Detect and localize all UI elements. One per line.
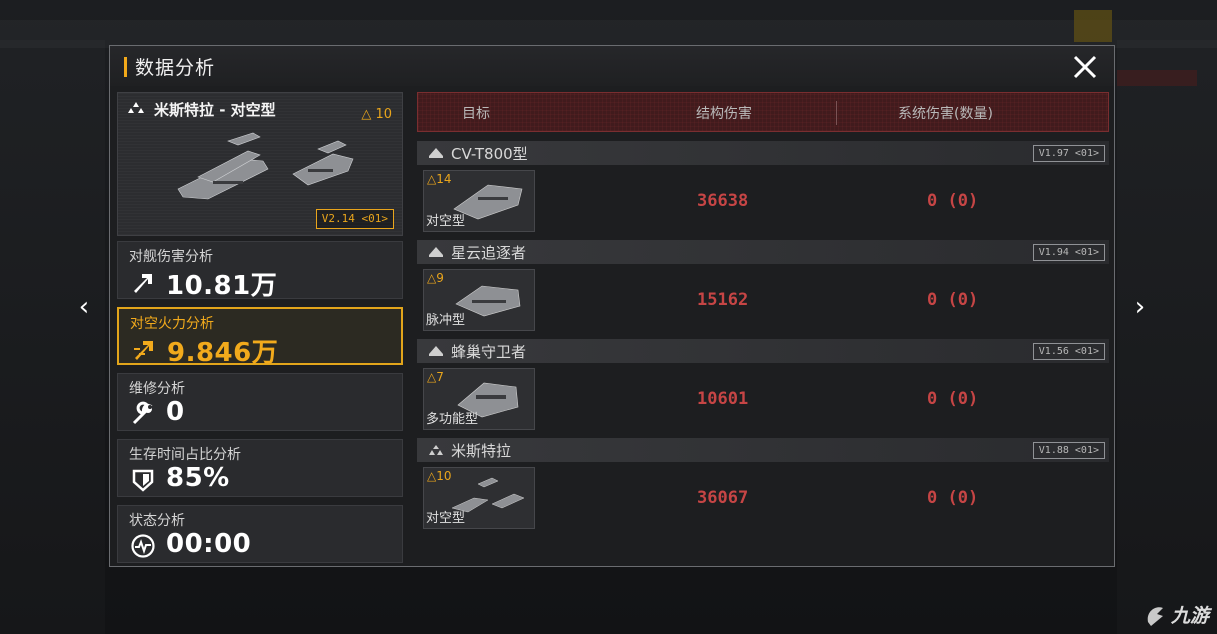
- stat-label: 生存时间占比分析: [129, 447, 241, 463]
- table-row[interactable]: 米斯特拉 V1.88 <01> △10 对空型 36067 0 (0): [417, 438, 1109, 536]
- ship-version-badge: V2.14 <01>: [315, 209, 394, 229]
- ship-class-icon: [429, 148, 443, 158]
- structural-damage-value: 36638: [697, 191, 749, 211]
- stat-label: 对空火力分析: [130, 316, 214, 332]
- background-red-label: [1117, 70, 1197, 86]
- target-group-header: 星云追逐者 V1.94 <01>: [417, 240, 1109, 264]
- target-name: 星云追逐者: [451, 244, 527, 262]
- background-right-panel: [1117, 40, 1217, 634]
- target-name: 蜂巢守卫者: [451, 343, 527, 361]
- structural-damage-value: 36067: [697, 488, 749, 508]
- ship-class-icon: [429, 247, 443, 257]
- target-thumbnail: △10 对空型: [423, 467, 535, 529]
- target-thumbnail: △7 多功能型: [423, 368, 535, 430]
- watermark-logo-icon: [1147, 606, 1163, 626]
- stat-anti-air-firepower[interactable]: 对空火力分析 9.846万: [117, 307, 403, 368]
- target-group-header: 蜂巢守卫者 V1.56 <01>: [417, 339, 1109, 363]
- stat-value: 85%: [166, 463, 230, 493]
- stat-value: 9.846万: [167, 338, 279, 368]
- target-level: △10: [427, 469, 452, 483]
- ship-name: 米斯特拉 - 对空型: [154, 101, 276, 119]
- target-version-badge: V1.56 <01>: [1032, 343, 1105, 360]
- system-damage-value: 0 (0): [927, 389, 979, 409]
- title-accent-bar: [124, 57, 127, 77]
- dialog-title: 数据分析: [135, 57, 216, 79]
- close-icon[interactable]: [1070, 52, 1100, 82]
- target-thumbnail: △9 脉冲型: [423, 269, 535, 331]
- dialog-header: 数据分析: [110, 46, 1114, 86]
- column-divider: [836, 101, 837, 125]
- column-header-target: 目标: [462, 106, 490, 122]
- target-level: △14: [427, 172, 452, 186]
- shield-icon: [132, 469, 154, 492]
- arrow-up-right-icon: [134, 274, 152, 293]
- target-level: △7: [427, 370, 444, 384]
- target-group-header: CV-T800型 V1.97 <01>: [417, 141, 1109, 165]
- ship-class-icon: [429, 346, 443, 356]
- table-row[interactable]: 蜂巢守卫者 V1.56 <01> △7 多功能型 10601 0 (0): [417, 339, 1109, 437]
- target-type: 对空型: [426, 511, 466, 526]
- stat-value: 00:00: [166, 529, 252, 559]
- target-group-header: 米斯特拉 V1.88 <01>: [417, 438, 1109, 462]
- target-type: 对空型: [426, 214, 466, 229]
- stat-anti-ship-damage[interactable]: 对舰伤害分析 10.81万: [117, 241, 403, 301]
- pulse-icon: [131, 534, 155, 558]
- structural-damage-value: 10601: [697, 389, 749, 409]
- table-row[interactable]: 星云追逐者 V1.94 <01> △9 脉冲型 15162 0 (0): [417, 240, 1109, 338]
- target-version-badge: V1.97 <01>: [1032, 145, 1105, 162]
- target-name: 米斯特拉: [451, 442, 512, 460]
- wrench-icon: [132, 401, 153, 425]
- anti-air-arrow-icon: [134, 341, 153, 360]
- background-left-panel: [0, 40, 105, 634]
- stat-status[interactable]: 状态分析 00:00: [117, 505, 403, 563]
- data-analysis-dialog: 数据分析 米斯特拉 - 对空型 △ 10 V2.14 <01> 对舰伤害分析 1…: [109, 45, 1115, 567]
- stat-label: 状态分析: [129, 513, 185, 529]
- previous-arrow-button[interactable]: ‹: [72, 290, 96, 324]
- next-arrow-button[interactable]: ›: [1128, 290, 1152, 324]
- target-type: 多功能型: [426, 412, 479, 427]
- table-row[interactable]: CV-T800型 V1.97 <01> △14 对空型 36638 0 (0): [417, 141, 1109, 239]
- watermark-text: 九游: [1170, 605, 1209, 627]
- stat-value: 10.81万: [166, 271, 278, 301]
- ship-illustration: [177, 132, 354, 200]
- target-version-badge: V1.94 <01>: [1032, 244, 1105, 261]
- damage-table-header: 目标 结构伤害 系统伤害(数量): [417, 92, 1109, 132]
- ship-card: 米斯特拉 - 对空型 △ 10 V2.14 <01>: [117, 92, 403, 236]
- stat-label: 对舰伤害分析: [129, 249, 213, 265]
- target-name: CV-T800型: [451, 145, 528, 163]
- target-version-badge: V1.88 <01>: [1032, 442, 1105, 459]
- column-header-system-damage: 系统伤害(数量): [898, 106, 993, 122]
- system-damage-value: 0 (0): [927, 488, 979, 508]
- stat-survival-time[interactable]: 生存时间占比分析 85%: [117, 439, 403, 497]
- target-type: 脉冲型: [426, 313, 466, 328]
- stat-repair[interactable]: 维修分析 0: [117, 373, 403, 431]
- fleet-class-icon: [128, 102, 144, 113]
- system-damage-value: 0 (0): [927, 290, 979, 310]
- stat-label: 维修分析: [129, 381, 185, 397]
- system-damage-value: 0 (0): [927, 191, 979, 211]
- target-level: △9: [427, 271, 444, 285]
- structural-damage-value: 15162: [697, 290, 749, 310]
- column-header-structural-damage: 结构伤害: [696, 106, 752, 122]
- fleet-class-icon: [429, 445, 443, 455]
- background-yellow-button: [1074, 10, 1112, 42]
- watermark: 九游: [1143, 601, 1209, 628]
- target-thumbnail: △14 对空型: [423, 170, 535, 232]
- stat-value: 0: [166, 397, 185, 427]
- background-top-bar: [0, 20, 1217, 48]
